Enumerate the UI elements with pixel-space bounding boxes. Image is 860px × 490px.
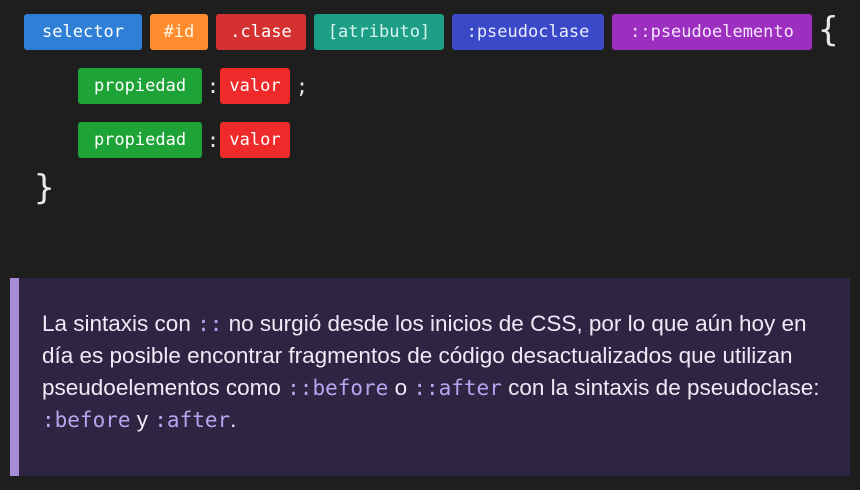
open-brace: { bbox=[818, 10, 839, 50]
property-chip: propiedad bbox=[78, 122, 202, 158]
pseudoclase-chip: :pseudoclase bbox=[452, 14, 604, 50]
inline-code: :: bbox=[197, 312, 223, 336]
value-chip: valor bbox=[220, 122, 290, 158]
inline-code: ::after bbox=[413, 376, 502, 400]
inline-code: :after bbox=[154, 408, 231, 432]
note-text-part: con la sintaxis de pseudoclase: bbox=[501, 375, 820, 400]
close-brace: } bbox=[34, 168, 55, 208]
value-chip: valor bbox=[220, 68, 290, 104]
note-text-part: La sintaxis con bbox=[42, 311, 198, 336]
note-text-part: o bbox=[388, 375, 414, 400]
pseudoelemento-chip: ::pseudoelemento bbox=[612, 14, 812, 50]
info-note: La sintaxis con :: no surgió desde los i… bbox=[10, 278, 850, 476]
note-accent-bar bbox=[10, 278, 19, 476]
selector-chip: selector bbox=[24, 14, 142, 50]
inline-code: :before bbox=[42, 408, 131, 432]
property-chip: propiedad bbox=[78, 68, 202, 104]
note-text-part: y bbox=[130, 407, 155, 432]
id-chip: #id bbox=[150, 14, 208, 50]
note-text: La sintaxis con :: no surgió desde los i… bbox=[42, 308, 832, 436]
css-syntax-diagram: selector #id .clase [atributo] :pseudocl… bbox=[0, 0, 860, 240]
clase-chip: .clase bbox=[216, 14, 306, 50]
note-text-part: . bbox=[230, 407, 237, 432]
semicolon: ; bbox=[296, 74, 309, 98]
colon: : bbox=[207, 128, 220, 152]
colon: : bbox=[207, 74, 220, 98]
atributo-chip: [atributo] bbox=[314, 14, 444, 50]
inline-code: ::before bbox=[287, 376, 389, 400]
